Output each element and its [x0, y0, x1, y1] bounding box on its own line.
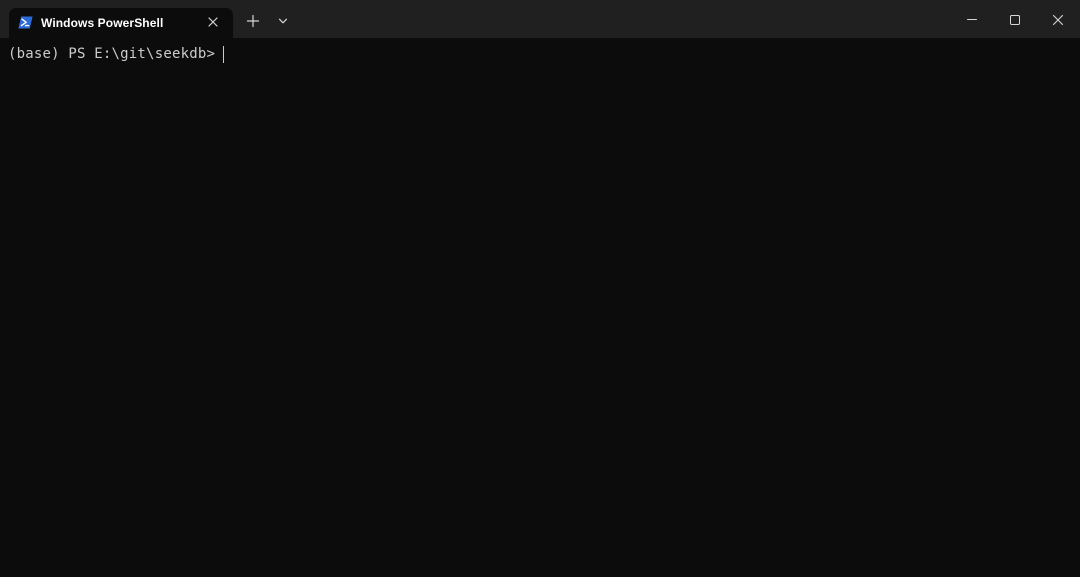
text-cursor: [223, 45, 225, 63]
chevron-down-icon: [278, 18, 288, 24]
prompt-text: (base) PS E:\git\seekdb>: [8, 46, 216, 62]
title-bar[interactable]: Windows PowerShell: [0, 0, 1080, 38]
close-icon: [1052, 14, 1064, 26]
powershell-icon: [18, 16, 33, 29]
close-tab-icon[interactable]: [206, 15, 220, 29]
plus-icon: [246, 14, 260, 28]
close-window-button[interactable]: [1050, 12, 1066, 28]
terminal-window: Windows PowerShell (base) PS E:\git\seek…: [0, 0, 1080, 577]
tab-windows-powershell[interactable]: Windows PowerShell: [9, 8, 233, 38]
profile-dropdown-button[interactable]: [277, 15, 289, 27]
tab-title: Windows PowerShell: [41, 16, 164, 30]
maximize-button[interactable]: [1007, 12, 1023, 28]
prompt-line: (base) PS E:\git\seekdb>: [8, 45, 225, 63]
new-tab-button[interactable]: [246, 14, 260, 28]
terminal-area[interactable]: (base) PS E:\git\seekdb>: [0, 38, 1080, 577]
minimize-button[interactable]: [964, 12, 980, 28]
maximize-icon: [1010, 15, 1020, 25]
